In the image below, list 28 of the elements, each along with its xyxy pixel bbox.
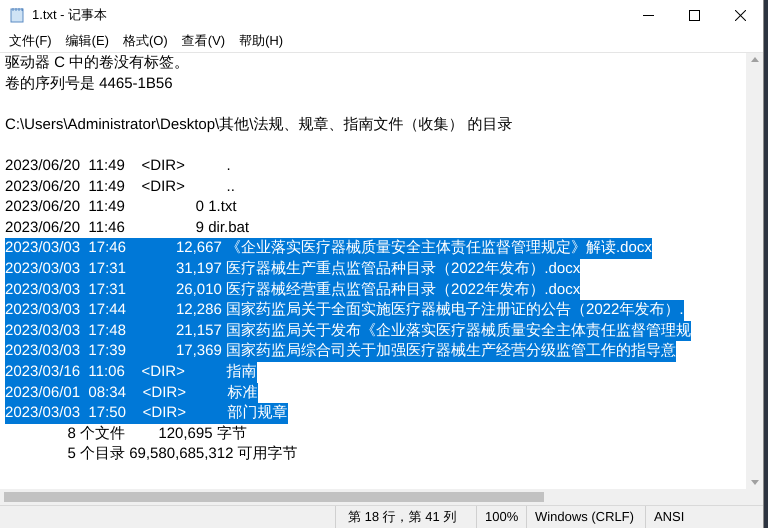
minimize-icon: [642, 14, 654, 16]
scroll-down-icon[interactable]: [750, 480, 758, 485]
text-line: 2023/06/20 11:46 9 dir.bat: [5, 218, 250, 238]
horizontal-scrollbar[interactable]: [0, 489, 763, 505]
menu-item[interactable]: 查看(V): [174, 30, 232, 52]
window-title: 1.txt - 记事本: [32, 6, 108, 24]
scroll-up-icon[interactable]: [750, 57, 758, 62]
text-line: 2023/06/20 11:49 0 1.txt: [5, 197, 237, 218]
maximize-icon: [688, 10, 700, 20]
menu-item[interactable]: 编辑(E): [58, 30, 116, 52]
scrollbar-thumb[interactable]: [4, 492, 544, 502]
encoding: ANSI: [645, 506, 730, 528]
text-line: 5 个目录 69,580,685,312 可用字节: [66, 444, 298, 464]
menu-item[interactable]: 格式(O): [116, 30, 175, 52]
menu-item[interactable]: 帮助(H): [232, 30, 290, 52]
close-icon: [734, 10, 746, 20]
notepad-icon: [10, 7, 24, 23]
zoom-level: 100%: [476, 506, 526, 528]
text-line: 2023/06/20 11:49 <DIR> .: [5, 156, 231, 176]
text-line: 卷的序列号是 4465-1B56: [5, 74, 173, 94]
text-line: 2023/06/20 11:49 <DIR> ..: [5, 176, 235, 197]
text-line: C:\Users\Administrator\Desktop\其他\法规、规章、指南文件（收集） 的目录: [5, 114, 513, 135]
menu-item[interactable]: 文件(F): [2, 30, 59, 52]
text-line: 8 个文件 120,695 字节: [66, 424, 247, 444]
text-line: 驱动器 C 中的卷没有标签。: [5, 53, 190, 73]
cursor-position: 第 18 行，第 41 列: [335, 506, 476, 528]
vertical-scrollbar[interactable]: [746, 53, 763, 489]
line-ending: Windows (CRLF): [526, 506, 645, 528]
